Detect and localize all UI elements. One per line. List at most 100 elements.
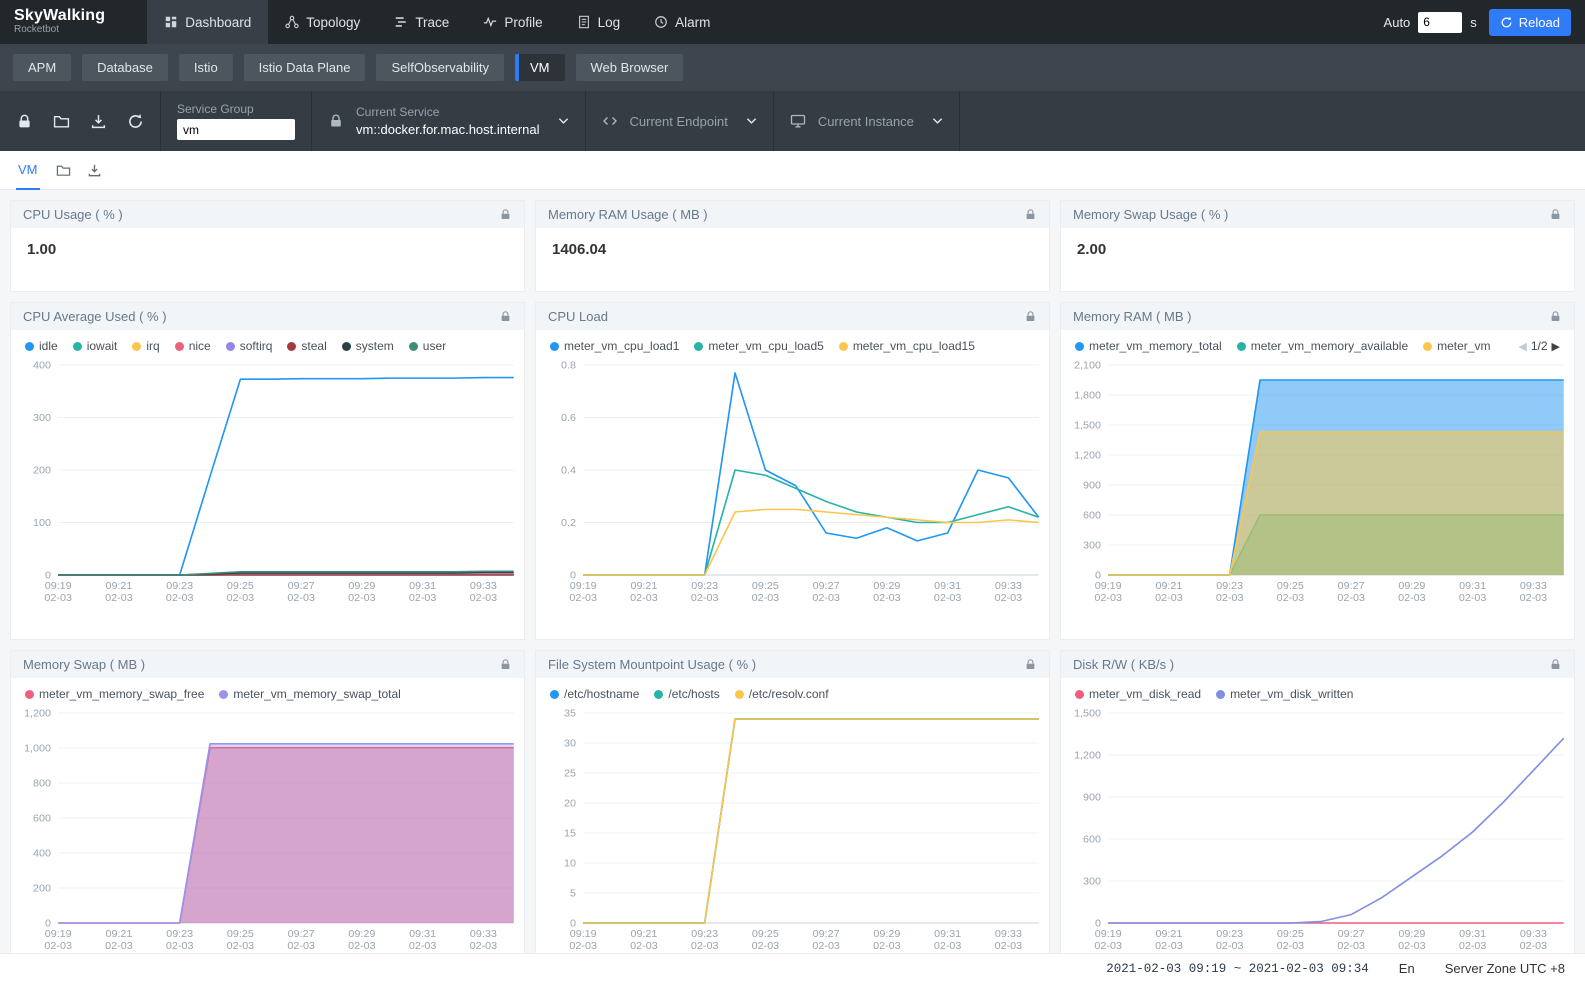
svg-text:02-03: 02-03: [812, 592, 840, 604]
instance-icon: [790, 113, 806, 129]
tab-vm[interactable]: VM: [16, 151, 40, 190]
lock-icon[interactable]: [499, 208, 512, 221]
legend-item-nice[interactable]: nice: [175, 339, 211, 353]
app-logo[interactable]: SkyWalking Rocketbot: [14, 8, 105, 35]
svg-text:25: 25: [564, 768, 576, 780]
legend-item-meter-vm-cpu-load1[interactable]: meter_vm_cpu_load1: [550, 339, 679, 353]
refresh-icon[interactable]: [127, 113, 144, 130]
card-disk-rw: Disk R/W ( KB/s )meter_vm_disk_readmeter…: [1060, 650, 1575, 983]
legend-item-iowait[interactable]: iowait: [73, 339, 118, 353]
lock-icon[interactable]: [1024, 658, 1037, 671]
logo-subtitle: Rocketbot: [14, 25, 105, 36]
legend-item-meter-vm[interactable]: meter_vm: [1423, 339, 1490, 353]
legend-item-meter-vm-memory-swap-total[interactable]: meter_vm_memory_swap_total: [219, 687, 400, 701]
legend-item-meter-vm-memory-available[interactable]: meter_vm_memory_available: [1237, 339, 1408, 353]
legend-item-irq[interactable]: irq: [132, 339, 159, 353]
folder-icon[interactable]: [53, 113, 70, 130]
svg-text:09:27: 09:27: [288, 928, 315, 940]
lock-icon[interactable]: [1549, 208, 1562, 221]
svg-text:09:27: 09:27: [1338, 928, 1365, 940]
legend-item-meter-vm-memory-total[interactable]: meter_vm_memory_total: [1075, 339, 1222, 353]
legend-item-meter-vm-cpu-load15[interactable]: meter_vm_cpu_load15: [839, 339, 975, 353]
template-tab-selfobservability[interactable]: SelfObservability: [376, 54, 504, 81]
svg-text:09:29: 09:29: [1398, 928, 1425, 940]
svg-text:02-03: 02-03: [348, 592, 376, 604]
svg-text:09:31: 09:31: [409, 580, 436, 592]
dashboard-toolbar: Service Group Current Service vm::docker…: [0, 91, 1585, 151]
template-tab-bar: APM Database Istio Istio Data Plane SelfObse…: [0, 44, 1585, 91]
server-zone-setting[interactable]: Server Zone UTC +8: [1445, 961, 1565, 976]
nav-item-log[interactable]: Log: [560, 0, 638, 44]
svg-text:02-03: 02-03: [287, 592, 315, 604]
download-icon[interactable]: [90, 113, 107, 130]
legend-item-system[interactable]: system: [342, 339, 394, 353]
navbar-controls: Auto s Reload: [1384, 9, 1571, 36]
legend-prev-icon[interactable]: ◀: [1518, 340, 1526, 353]
legend-item-meter-vm-disk-read[interactable]: meter_vm_disk_read: [1075, 687, 1201, 701]
lock-icon[interactable]: [1549, 658, 1562, 671]
legend-item-idle[interactable]: idle: [25, 339, 58, 353]
svg-text:09:33: 09:33: [470, 580, 497, 592]
template-tab-web-browser[interactable]: Web Browser: [576, 54, 684, 81]
nav-item-label: Trace: [415, 15, 449, 30]
svg-text:09:31: 09:31: [1459, 580, 1486, 592]
legend-item-meter-vm-memory-swap-free[interactable]: meter_vm_memory_swap_free: [25, 687, 204, 701]
nav-item-alarm[interactable]: Alarm: [637, 0, 727, 44]
nav-item-topology[interactable]: Topology: [268, 0, 377, 44]
legend-item-user[interactable]: user: [409, 339, 446, 353]
service-group-input[interactable]: [177, 119, 295, 140]
legend-dot: [694, 342, 703, 351]
stat-value: 2.00: [1061, 228, 1574, 271]
download-icon[interactable]: [87, 163, 102, 178]
lock-icon[interactable]: [16, 113, 33, 130]
legend-item-meter-vm-cpu-load5[interactable]: meter_vm_cpu_load5: [694, 339, 823, 353]
auto-interval-input[interactable]: [1418, 12, 1462, 33]
current-service-select[interactable]: Current Service vm::docker.for.mac.host.…: [312, 91, 586, 151]
svg-text:02-03: 02-03: [1459, 940, 1487, 952]
svg-text:100: 100: [33, 517, 51, 529]
legend-item-meter-vm-disk-written[interactable]: meter_vm_disk_written: [1216, 687, 1353, 701]
lock-icon[interactable]: [1024, 310, 1037, 323]
legend-item--etc-hosts[interactable]: /etc/hosts: [654, 687, 719, 701]
lock-icon[interactable]: [499, 658, 512, 671]
legend-next-icon[interactable]: ▶: [1552, 340, 1560, 353]
logo-title: SkyWalking: [14, 8, 105, 25]
svg-text:1,800: 1,800: [1074, 390, 1101, 402]
folder-icon[interactable]: [56, 163, 71, 178]
time-range[interactable]: 2021-02-03 09:19 ~ 2021-02-03 09:34: [1106, 962, 1369, 976]
template-tab-apm[interactable]: APM: [13, 54, 71, 81]
legend-item-softirq[interactable]: softirq: [226, 339, 273, 353]
card-header: Memory Swap Usage ( % ): [1061, 201, 1574, 228]
chart-title: CPU Load: [548, 309, 608, 324]
svg-text:09:25: 09:25: [752, 580, 779, 592]
legend-page-label: 1/2: [1531, 339, 1548, 353]
svg-text:02-03: 02-03: [1337, 592, 1365, 604]
lock-icon[interactable]: [499, 310, 512, 323]
language-toggle[interactable]: En: [1399, 961, 1415, 976]
lock-icon[interactable]: [1549, 310, 1562, 323]
nav-item-trace[interactable]: Trace: [377, 0, 466, 44]
template-tab-istio-data-plane[interactable]: Istio Data Plane: [244, 54, 366, 81]
legend-item--etc-resolv-conf[interactable]: /etc/resolv.conf: [735, 687, 829, 701]
reload-button[interactable]: Reload: [1489, 9, 1571, 36]
svg-text:0.2: 0.2: [561, 517, 576, 529]
current-endpoint-select[interactable]: Current Endpoint: [586, 91, 774, 151]
template-tab-database[interactable]: Database: [82, 54, 168, 81]
legend-pager: ◀ 1/2 ▶: [1518, 339, 1560, 353]
svg-text:02-03: 02-03: [1277, 592, 1305, 604]
template-tab-istio[interactable]: Istio: [179, 54, 233, 81]
svg-text:09:21: 09:21: [630, 580, 657, 592]
nav-item-profile[interactable]: Profile: [466, 0, 559, 44]
card-header: Memory Swap ( MB ): [11, 651, 524, 678]
legend-item-steal[interactable]: steal: [287, 339, 326, 353]
svg-text:0.6: 0.6: [561, 412, 576, 424]
svg-text:400: 400: [33, 848, 51, 860]
legend-item--etc-hostname[interactable]: /etc/hostname: [550, 687, 639, 701]
nav-item-dashboard[interactable]: Dashboard: [147, 0, 268, 44]
current-instance-select[interactable]: Current Instance: [774, 91, 960, 151]
trace-icon: [394, 15, 408, 29]
template-tab-vm[interactable]: VM: [515, 54, 565, 81]
lock-icon[interactable]: [1024, 208, 1037, 221]
svg-text:02-03: 02-03: [1094, 592, 1122, 604]
service-group-label: Service Group: [177, 102, 295, 116]
